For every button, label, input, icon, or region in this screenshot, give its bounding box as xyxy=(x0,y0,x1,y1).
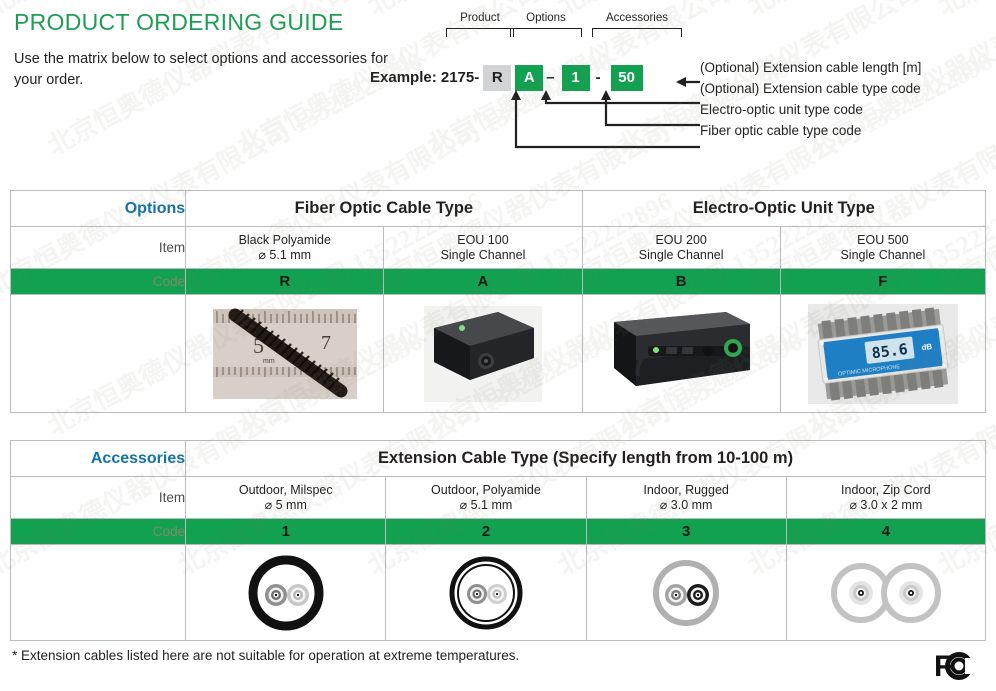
eou-100-photo xyxy=(423,305,542,402)
accessories-item-3-line1: Indoor, Zip Cord xyxy=(841,482,931,497)
intro-text: Use the matrix below to select options a… xyxy=(14,51,388,89)
cable-zipcord-cell xyxy=(785,544,987,641)
cable-on-ruler-cell: 5 7 mm xyxy=(185,294,385,413)
eou-200-cell xyxy=(581,294,781,413)
electro-optic-unit-type-header: Electro-Optic Unit Type xyxy=(581,190,987,227)
options-code-3: F xyxy=(779,268,987,295)
options-image-row: 5 7 mm 85.6 dB OPTIMIC MICROPHONE xyxy=(9,294,987,413)
options-code-0: R xyxy=(185,268,385,295)
fcc-logo: F xyxy=(934,650,980,687)
eou-100-cell xyxy=(383,294,583,413)
fiber-optic-cable-type-header: Fiber Optic Cable Type xyxy=(185,190,583,227)
accessories-code-label: Code xyxy=(9,518,187,545)
options-code-1: A xyxy=(383,268,583,295)
accessories-group-label: Accessories xyxy=(9,440,187,477)
options-item-1-line1: EOU 100 xyxy=(457,232,509,247)
annotation-3: Fiber optic cable type code xyxy=(700,123,862,138)
svg-text:7: 7 xyxy=(321,332,331,354)
accessories-item-3-line2: ⌀ 3.0 x 2 mm xyxy=(849,497,923,512)
cable-cross-section-zipcord xyxy=(830,562,941,623)
accessories-matrix-table: Accessories Extension Cable Type (Specif… xyxy=(9,440,987,641)
annotation-2: Electro-optic unit type code xyxy=(700,102,863,117)
accessories-header-row: Accessories Extension Cable Type (Specif… xyxy=(9,440,986,477)
accessories-code-3: 4 xyxy=(785,518,987,545)
options-item-0-line2: ⌀ 5.1 mm xyxy=(258,247,312,262)
accessories-item-2: Indoor, Rugged ⌀ 3.0 mm xyxy=(585,476,787,519)
accessories-item-label: Item xyxy=(9,476,187,519)
options-header-row: Options Fiber Optic Cable Type Electro-O… xyxy=(9,190,987,227)
options-code-2: B xyxy=(581,268,781,295)
cable-milspec-cell xyxy=(185,544,387,641)
accessories-code-1: 2 xyxy=(385,518,587,545)
options-item-3: EOU 500 Single Channel xyxy=(779,226,987,269)
options-item-2-line2: Single Channel xyxy=(638,247,724,262)
options-item-0: Black Polyamide ⌀ 5.1 mm xyxy=(185,226,385,269)
options-item-label: Item xyxy=(9,226,187,269)
annotation-1: (Optional) Extension cable type code xyxy=(700,81,921,96)
accessories-code-0: 1 xyxy=(185,518,387,545)
options-item-2: EOU 200 Single Channel xyxy=(581,226,781,269)
options-group-label: Options xyxy=(9,190,187,227)
accessories-item-1-line1: Outdoor, Polyamide xyxy=(431,482,541,497)
cable-rugged-cell xyxy=(585,544,787,641)
page-title: PRODUCT ORDERING GUIDE xyxy=(14,9,344,35)
cable-cross-section-milspec xyxy=(248,555,324,630)
options-item-1: EOU 100 Single Channel xyxy=(383,226,583,269)
accessories-image-blank xyxy=(9,544,187,641)
cable-on-ruler-photo: 5 7 mm xyxy=(208,304,361,403)
accessories-item-1: Outdoor, Polyamide ⌀ 5.1 mm xyxy=(385,476,587,519)
accessories-code-row: Code 1 2 3 4 xyxy=(9,518,987,545)
options-item-2-line1: EOU 200 xyxy=(655,232,707,247)
accessories-item-0-line1: Outdoor, Milspec xyxy=(238,482,333,497)
eou-500-cell: 85.6 dB OPTIMIC MICROPHONE xyxy=(779,294,987,413)
accessories-item-2-line1: Indoor, Rugged xyxy=(643,482,729,497)
eou-200-photo xyxy=(606,305,757,402)
options-image-blank xyxy=(9,294,187,413)
options-code-label: Code xyxy=(9,268,187,295)
annotation-0: (Optional) Extension cable length [m] xyxy=(700,60,922,75)
accessories-item-1-line2: ⌀ 5.1 mm xyxy=(459,497,513,512)
accessories-item-0-line2: ⌀ 5 mm xyxy=(264,497,307,512)
options-matrix-table: Options Fiber Optic Cable Type Electro-O… xyxy=(9,190,987,413)
options-code-row: Code R A B F xyxy=(9,268,987,295)
accessories-item-3: Indoor, Zip Cord ⌀ 3.0 x 2 mm xyxy=(785,476,987,519)
options-item-3-line1: EOU 500 xyxy=(857,232,909,247)
footnote-text: * Extension cables listed here are not s… xyxy=(12,648,520,663)
annotation-list: (Optional) Extension cable length [m] (O… xyxy=(700,58,990,142)
cable-cross-section-rugged xyxy=(653,559,720,626)
options-item-0-line1: Black Polyamide xyxy=(238,232,331,247)
page-header: PRODUCT ORDERING GUIDE Use the matrix be… xyxy=(14,9,414,91)
eou-500-photo: 85.6 dB OPTIMIC MICROPHONE xyxy=(807,303,958,404)
accessories-image-row xyxy=(9,544,987,641)
eou-500-display-unit: dB xyxy=(921,341,933,351)
accessories-code-2: 3 xyxy=(585,518,787,545)
accessories-item-0: Outdoor, Milspec ⌀ 5 mm xyxy=(185,476,387,519)
options-item-row: Item Black Polyamide ⌀ 5.1 mm EOU 100 Si… xyxy=(9,226,987,269)
extension-cable-type-header: Extension Cable Type (Specify length fro… xyxy=(185,440,986,477)
svg-text:mm: mm xyxy=(263,358,275,365)
accessories-item-row: Item Outdoor, Milspec ⌀ 5 mm Outdoor, Po… xyxy=(9,476,987,519)
cable-polyamide-cell xyxy=(385,544,587,641)
accessories-item-2-line2: ⌀ 3.0 mm xyxy=(659,497,713,512)
options-item-3-line2: Single Channel xyxy=(840,247,926,262)
cable-cross-section-polyamide xyxy=(449,556,523,629)
options-item-1-line2: Single Channel xyxy=(440,247,526,262)
